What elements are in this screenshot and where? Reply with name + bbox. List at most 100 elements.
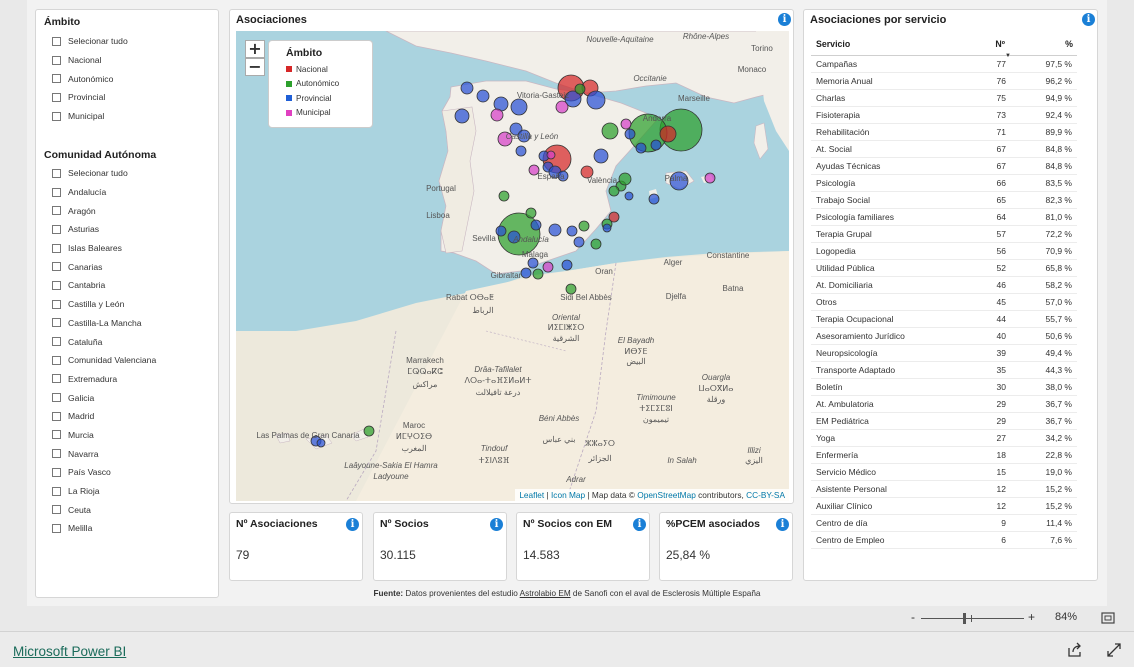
info-icon[interactable]: i bbox=[490, 518, 503, 531]
comunidad-option[interactable]: País Vasco bbox=[52, 463, 156, 482]
table-row[interactable]: Psicología familiares 64 81,0 % bbox=[811, 208, 1077, 226]
ambito-option[interactable]: Municipal bbox=[52, 107, 128, 126]
comunidad-option[interactable]: Galicia bbox=[52, 388, 156, 407]
checkbox[interactable] bbox=[52, 55, 61, 65]
table-row[interactable]: EM Pediátrica 29 36,7 % bbox=[811, 412, 1077, 430]
checkbox[interactable] bbox=[52, 262, 61, 272]
association-bubble[interactable] bbox=[542, 261, 554, 273]
table-row[interactable]: Asesoramiento Jurídico 40 50,6 % bbox=[811, 327, 1077, 345]
fullscreen-icon[interactable] bbox=[1106, 642, 1122, 658]
checkbox[interactable] bbox=[52, 355, 61, 365]
table-row[interactable]: Neuropsicología 39 49,4 % bbox=[811, 344, 1077, 362]
association-bubble[interactable] bbox=[586, 90, 606, 110]
checkbox[interactable] bbox=[52, 430, 61, 440]
table-row[interactable]: Campañas 77 97,5 % bbox=[811, 55, 1077, 73]
checkbox[interactable] bbox=[52, 74, 61, 84]
association-bubble[interactable] bbox=[460, 81, 474, 95]
info-icon[interactable]: i bbox=[633, 518, 646, 531]
table-row[interactable]: Enfermería 18 22,8 % bbox=[811, 446, 1077, 464]
table-row[interactable]: Centro de día 9 11,4 % bbox=[811, 514, 1077, 532]
table-row[interactable]: At. Domiciliaria 46 58,2 % bbox=[811, 276, 1077, 294]
table-row[interactable]: Transporte Adaptado 35 44,3 % bbox=[811, 361, 1077, 379]
comunidad-option[interactable]: Asturias bbox=[52, 220, 156, 239]
comunidad-option[interactable]: Canarias bbox=[52, 257, 156, 276]
info-icon[interactable]: i bbox=[778, 13, 791, 26]
column-header-percent[interactable]: % bbox=[1011, 33, 1077, 56]
association-bubble[interactable] bbox=[659, 125, 677, 143]
association-bubble[interactable] bbox=[650, 139, 662, 151]
association-bubble[interactable] bbox=[532, 268, 544, 280]
association-bubble[interactable] bbox=[527, 257, 539, 269]
comunidad-option[interactable]: Islas Baleares bbox=[52, 239, 156, 258]
comunidad-option[interactable]: Ceuta bbox=[52, 500, 156, 519]
zoom-in-control[interactable]: + bbox=[1028, 610, 1035, 624]
comunidad-option[interactable]: Selecionar tudo bbox=[52, 164, 156, 183]
association-bubble[interactable] bbox=[590, 238, 602, 250]
ambito-option[interactable]: Provincial bbox=[52, 88, 128, 107]
checkbox[interactable] bbox=[52, 467, 61, 477]
table-row[interactable]: Utilidad Pública 52 65,8 % bbox=[811, 259, 1077, 277]
association-bubble[interactable] bbox=[498, 190, 510, 202]
ambito-option[interactable]: Autonómico bbox=[52, 69, 128, 88]
association-bubble[interactable] bbox=[476, 89, 490, 103]
zoom-out-control[interactable]: - bbox=[911, 610, 915, 624]
table-row[interactable]: Terapia Grupal 57 72,2 % bbox=[811, 225, 1077, 243]
info-icon[interactable]: i bbox=[1082, 13, 1095, 26]
info-icon[interactable]: i bbox=[346, 518, 359, 531]
table-row[interactable]: Memoria Anual 76 96,2 % bbox=[811, 72, 1077, 90]
association-bubble[interactable] bbox=[566, 225, 578, 237]
checkbox[interactable] bbox=[52, 36, 61, 46]
zoom-slider-track[interactable] bbox=[921, 618, 1024, 619]
checkbox[interactable] bbox=[52, 206, 61, 216]
association-bubble[interactable] bbox=[515, 145, 527, 157]
comunidad-option[interactable]: Cantabria bbox=[52, 276, 156, 295]
table-row[interactable]: Otros 45 57,0 % bbox=[811, 293, 1077, 311]
table-row[interactable]: Centro de Empleo 6 7,6 % bbox=[811, 531, 1077, 549]
table-row[interactable]: At. Social 67 84,8 % bbox=[811, 140, 1077, 158]
license-link[interactable]: CC-BY-SA bbox=[746, 490, 785, 500]
column-header-count[interactable]: Nº bbox=[971, 33, 1011, 56]
comunidad-option[interactable]: Castilla-La Mancha bbox=[52, 314, 156, 333]
association-bubble[interactable] bbox=[624, 191, 634, 201]
comunidad-option[interactable]: Extremadura bbox=[52, 370, 156, 389]
association-bubble[interactable] bbox=[704, 172, 716, 184]
association-bubble[interactable] bbox=[602, 223, 612, 233]
checkbox[interactable] bbox=[52, 224, 61, 234]
checkbox[interactable] bbox=[52, 411, 61, 421]
zoom-out-button[interactable]: − bbox=[245, 58, 265, 76]
association-bubble[interactable] bbox=[555, 100, 569, 114]
association-bubble[interactable] bbox=[573, 236, 585, 248]
table-row[interactable]: Charlas 75 94,9 % bbox=[811, 89, 1077, 107]
association-bubble[interactable] bbox=[574, 83, 586, 95]
checkbox[interactable] bbox=[52, 187, 61, 197]
table-row[interactable]: Terapia Ocupacional 44 55,7 % bbox=[811, 310, 1077, 328]
table-row[interactable]: Fisioterapia 73 92,4 % bbox=[811, 106, 1077, 124]
table-row[interactable]: Rehabilitación 71 89,9 % bbox=[811, 123, 1077, 141]
checkbox[interactable] bbox=[52, 92, 61, 102]
osm-link[interactable]: OpenStreetMap bbox=[637, 490, 696, 500]
comunidad-option[interactable]: Murcia bbox=[52, 426, 156, 445]
association-bubble[interactable] bbox=[593, 148, 609, 164]
checkbox[interactable] bbox=[52, 337, 61, 347]
column-header-servicio[interactable]: Servicio bbox=[811, 33, 971, 56]
table-row[interactable]: Yoga 27 34,2 % bbox=[811, 429, 1077, 447]
association-bubble[interactable] bbox=[608, 185, 620, 197]
association-bubble[interactable] bbox=[561, 259, 573, 271]
power-bi-brand-link[interactable]: Microsoft Power BI bbox=[13, 644, 126, 659]
association-bubble[interactable] bbox=[601, 122, 619, 140]
comunidad-option[interactable]: Cataluña bbox=[52, 332, 156, 351]
checkbox[interactable] bbox=[52, 523, 61, 533]
icon-map-link[interactable]: Icon Map bbox=[551, 490, 585, 500]
association-bubble[interactable] bbox=[618, 172, 632, 186]
table-row[interactable]: Asistente Personal 12 15,2 % bbox=[811, 480, 1077, 498]
table-row[interactable]: Boletín 30 38,0 % bbox=[811, 378, 1077, 396]
checkbox[interactable] bbox=[52, 486, 61, 496]
table-row[interactable]: Servicio Médico 15 19,0 % bbox=[811, 463, 1077, 481]
checkbox[interactable] bbox=[52, 280, 61, 290]
checkbox[interactable] bbox=[52, 449, 61, 459]
comunidad-option[interactable]: Melilla bbox=[52, 519, 156, 538]
association-bubble[interactable] bbox=[548, 223, 562, 237]
association-bubble[interactable] bbox=[316, 438, 326, 448]
table-row[interactable]: Logopedia 56 70,9 % bbox=[811, 242, 1077, 260]
checkbox[interactable] bbox=[52, 111, 61, 121]
